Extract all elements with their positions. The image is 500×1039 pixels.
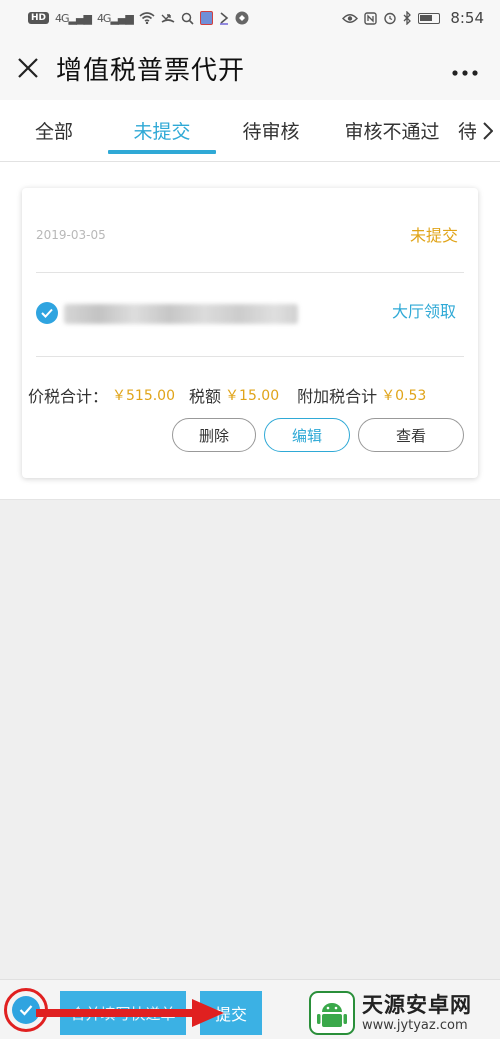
watermark-name: 天源安卓网 <box>362 993 472 1017</box>
watermark-text: 天源安卓网 www.jytyaz.com <box>362 992 472 1034</box>
surtax-value: ￥0.53 <box>381 388 427 404</box>
watermark: 天源安卓网 www.jytyaz.com <box>308 990 498 1036</box>
more-icon[interactable] <box>430 53 500 83</box>
music-icon <box>235 11 249 25</box>
play-notification-icon <box>219 12 229 25</box>
divider <box>36 272 464 273</box>
tab-bar: 全部 未提交 待审核 审核不通过 待 <box>0 100 500 162</box>
divider <box>36 356 464 357</box>
android-logo-icon <box>309 991 355 1035</box>
battery-icon <box>418 12 441 24</box>
app-notification-icon <box>199 11 213 25</box>
order-card: 2019-03-05 未提交 大厅领取 价税合计： ￥515.00 税额 ￥15… <box>22 188 478 478</box>
wifi-icon <box>139 12 155 24</box>
eye-icon <box>342 13 359 23</box>
view-button[interactable]: 查看 <box>358 418 464 452</box>
tab-all[interactable]: 全部 <box>0 100 108 161</box>
surtax-label: 附加税合计 <box>297 387 378 406</box>
signal-icon: 4G▂▄▆ <box>55 11 92 25</box>
action-buttons: 删除 编辑 查看 <box>172 418 464 452</box>
watermark-url: www.jytyaz.com <box>362 1018 468 1033</box>
tax-value: ￥15.00 <box>225 388 280 404</box>
pickup-method: 大厅领取 <box>391 302 456 321</box>
amount-row: 价税合计： ￥515.00 税额 ￥15.00 附加税合计 ￥0.53 <box>28 383 478 407</box>
nfc-icon <box>364 11 378 25</box>
status-right: 8:54 <box>342 9 484 27</box>
hd-badge: HD <box>28 12 50 24</box>
tab-unsubmitted[interactable]: 未提交 <box>108 100 216 161</box>
tab-pending-review[interactable]: 待审核 <box>216 100 326 161</box>
total-value: ￥515.00 <box>112 388 176 404</box>
check-icon[interactable] <box>36 302 58 324</box>
edit-button[interactable]: 编辑 <box>264 418 350 452</box>
close-icon[interactable] <box>0 36 56 100</box>
app-header: 增值税普票代开 <box>0 36 500 100</box>
company-name-blurred <box>64 304 298 324</box>
status-left: HD 4G▂▄▆ 4G▂▄▆ <box>28 11 249 25</box>
missed-call-icon <box>161 14 175 23</box>
signal-icon: 4G▂▄▆ <box>96 11 134 25</box>
clock: 8:54 <box>450 9 484 27</box>
delete-button[interactable]: 删除 <box>172 418 256 452</box>
chevron-right-icon[interactable] <box>476 100 500 161</box>
total-label: 价税合计： <box>28 387 109 406</box>
order-date: 2019-03-05 <box>36 228 106 242</box>
bluetooth-icon <box>403 11 412 25</box>
alarm-icon <box>384 12 397 25</box>
tab-rejected[interactable]: 审核不通过 <box>326 100 458 161</box>
status-badge: 未提交 <box>409 226 458 245</box>
tax-label: 税额 <box>189 387 222 406</box>
search-icon <box>181 12 194 25</box>
annotation-arrow-icon <box>36 999 224 1027</box>
page-title: 增值税普票代开 <box>56 55 246 86</box>
status-bar: HD 4G▂▄▆ 4G▂▄▆ 8:54 <box>0 0 500 36</box>
